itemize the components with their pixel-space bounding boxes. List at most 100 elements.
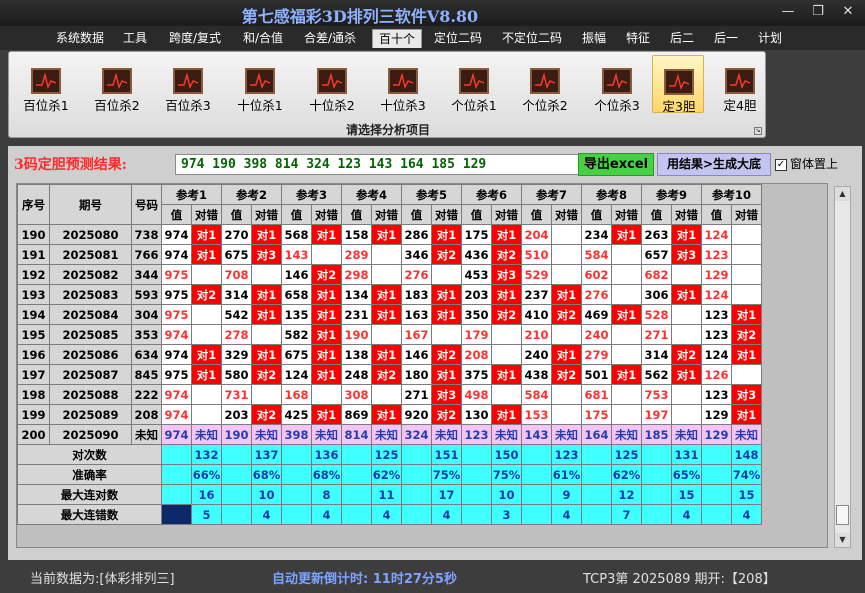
- ref-value-cell[interactable]: 146: [281, 264, 312, 285]
- ref-value-cell[interactable]: 410: [521, 304, 552, 325]
- ref-value-cell[interactable]: 731: [221, 384, 252, 405]
- ref-hit-cell[interactable]: [611, 264, 642, 285]
- ref-value-cell[interactable]: 975: [161, 364, 192, 385]
- ref-value-cell[interactable]: 138: [341, 344, 372, 365]
- ref-hit-cell[interactable]: [551, 224, 582, 245]
- ref-hit-cell[interactable]: 对1: [731, 304, 762, 325]
- ref-value-cell[interactable]: 276: [401, 264, 432, 285]
- ref-value-cell[interactable]: 974: [161, 244, 192, 265]
- ref-value-cell[interactable]: 124: [281, 364, 312, 385]
- ref-value-cell[interactable]: 306: [641, 284, 672, 305]
- ribbon-button-hundreds-kill-3[interactable]: 百位杀3: [157, 55, 219, 113]
- ref-hit-cell[interactable]: 对1: [731, 344, 762, 365]
- ref-value-cell[interactable]: 350: [461, 304, 492, 325]
- ref-value-cell[interactable]: 658: [281, 284, 312, 305]
- ref-value-cell[interactable]: 974: [161, 224, 192, 245]
- ref-value-cell[interactable]: 314: [221, 284, 252, 305]
- ref-value-cell[interactable]: 562: [641, 364, 672, 385]
- ref-value-cell[interactable]: 974: [161, 424, 192, 445]
- ref-value-cell[interactable]: 210: [521, 324, 552, 345]
- ref-hit-cell[interactable]: 对1: [251, 344, 282, 365]
- ref-value-cell[interactable]: 286: [401, 224, 432, 245]
- ref-value-cell[interactable]: 271: [401, 384, 432, 405]
- ribbon-button-tens-kill-1[interactable]: 十位杀1: [229, 55, 291, 113]
- ref-hit-cell[interactable]: [611, 244, 642, 265]
- header-hit[interactable]: 对错: [371, 204, 402, 225]
- ref-hit-cell[interactable]: 对1: [671, 364, 702, 385]
- header-hit[interactable]: 对错: [731, 204, 762, 225]
- tab-hundreds-tens-units[interactable]: 百十个: [372, 29, 422, 48]
- ref-value-cell[interactable]: 130: [461, 404, 492, 425]
- ref-hit-cell[interactable]: 对2: [251, 404, 282, 425]
- close-icon[interactable]: ✕: [835, 3, 861, 21]
- ref-hit-cell[interactable]: [191, 324, 222, 345]
- ref-hit-cell[interactable]: 对1: [731, 404, 762, 425]
- ribbon-button-units-kill-3[interactable]: 个位杀3: [586, 55, 648, 113]
- ref-hit-cell[interactable]: 未知: [371, 424, 402, 445]
- ref-hit-cell[interactable]: 对2: [191, 284, 222, 305]
- ref-value-cell[interactable]: 180: [401, 364, 432, 385]
- ref-hit-cell[interactable]: [371, 244, 402, 265]
- ref-value-cell[interactable]: 657: [641, 244, 672, 265]
- ref-value-cell[interactable]: 123: [701, 244, 732, 265]
- ref-value-cell[interactable]: 974: [161, 324, 192, 345]
- ref-hit-cell[interactable]: [611, 344, 642, 365]
- ref-hit-cell[interactable]: 对3: [251, 244, 282, 265]
- ref-hit-cell[interactable]: 对1: [311, 304, 342, 325]
- header-value[interactable]: 值: [221, 204, 252, 225]
- ref-hit-cell[interactable]: 对1: [431, 304, 462, 325]
- ref-hit-cell[interactable]: [551, 264, 582, 285]
- ref-hit-cell[interactable]: 对3: [731, 384, 762, 405]
- ref-value-cell[interactable]: 584: [581, 244, 612, 265]
- ref-hit-cell[interactable]: 对2: [491, 244, 522, 265]
- ref-hit-cell[interactable]: [311, 384, 342, 405]
- maximize-icon[interactable]: ❐: [805, 3, 831, 21]
- ref-value-cell[interactable]: 143: [521, 424, 552, 445]
- ref-hit-cell[interactable]: 对1: [371, 284, 402, 305]
- ref-hit-cell[interactable]: 对2: [431, 344, 462, 365]
- ref-value-cell[interactable]: 270: [221, 224, 252, 245]
- menu-item-last-one[interactable]: 后一: [707, 29, 745, 48]
- ref-value-cell[interactable]: 582: [281, 324, 312, 345]
- table-row[interactable]: 194 2025084 304 975 542 对1 135 对1 231 对1 163 对1 350 对…: [17, 304, 762, 325]
- ribbon-button-fix-3-gall[interactable]: 定3胆: [652, 55, 704, 114]
- ref-value-cell[interactable]: 278: [221, 324, 252, 345]
- ref-hit-cell[interactable]: [611, 404, 642, 425]
- ref-hit-cell[interactable]: 对3: [671, 244, 702, 265]
- ref-value-cell[interactable]: 237: [521, 284, 552, 305]
- ref-hit-cell[interactable]: 未知: [191, 424, 222, 445]
- ref-hit-cell[interactable]: [491, 324, 522, 345]
- ref-value-cell[interactable]: 501: [581, 364, 612, 385]
- header-hit[interactable]: 对错: [191, 204, 222, 225]
- ref-hit-cell[interactable]: 对1: [431, 364, 462, 385]
- ref-hit-cell[interactable]: 对2: [251, 364, 282, 385]
- ref-value-cell[interactable]: 974: [161, 344, 192, 365]
- ref-value-cell[interactable]: 276: [581, 284, 612, 305]
- scroll-up-icon[interactable]: ▲: [835, 187, 850, 201]
- ref-hit-cell[interactable]: 对2: [671, 344, 702, 365]
- generate-base-button[interactable]: 用结果>生成大底: [657, 153, 771, 176]
- ref-value-cell[interactable]: 124: [701, 224, 732, 245]
- ref-value-cell[interactable]: 675: [221, 244, 252, 265]
- ref-value-cell[interactable]: 126: [701, 364, 732, 385]
- ref-hit-cell[interactable]: 对1: [251, 304, 282, 325]
- ref-value-cell[interactable]: 975: [161, 284, 192, 305]
- header-ref[interactable]: 参考10: [701, 184, 762, 205]
- ref-value-cell[interactable]: 528: [641, 304, 672, 325]
- ref-value-cell[interactable]: 324: [401, 424, 432, 445]
- ref-value-cell[interactable]: 975: [161, 264, 192, 285]
- ref-hit-cell[interactable]: [191, 304, 222, 325]
- ref-value-cell[interactable]: 129: [701, 404, 732, 425]
- ref-hit-cell[interactable]: 未知: [251, 424, 282, 445]
- ref-hit-cell[interactable]: 对1: [311, 284, 342, 305]
- ref-value-cell[interactable]: 329: [221, 344, 252, 365]
- ref-hit-cell[interactable]: [731, 264, 762, 285]
- table-row[interactable]: 196 2025086 634 974 对1 329 对1 675 对1 138 对1 146 对2 20…: [17, 344, 762, 365]
- ref-hit-cell[interactable]: [491, 384, 522, 405]
- ref-value-cell[interactable]: 438: [521, 364, 552, 385]
- header-value[interactable]: 值: [281, 204, 312, 225]
- table-row[interactable]: 200 2025090 未知 974 未知 190 未知 398 未知 814 未知 324 未知 123…: [17, 424, 762, 445]
- ref-value-cell[interactable]: 135: [281, 304, 312, 325]
- ref-hit-cell[interactable]: 对2: [491, 304, 522, 325]
- ref-value-cell[interactable]: 675: [281, 344, 312, 365]
